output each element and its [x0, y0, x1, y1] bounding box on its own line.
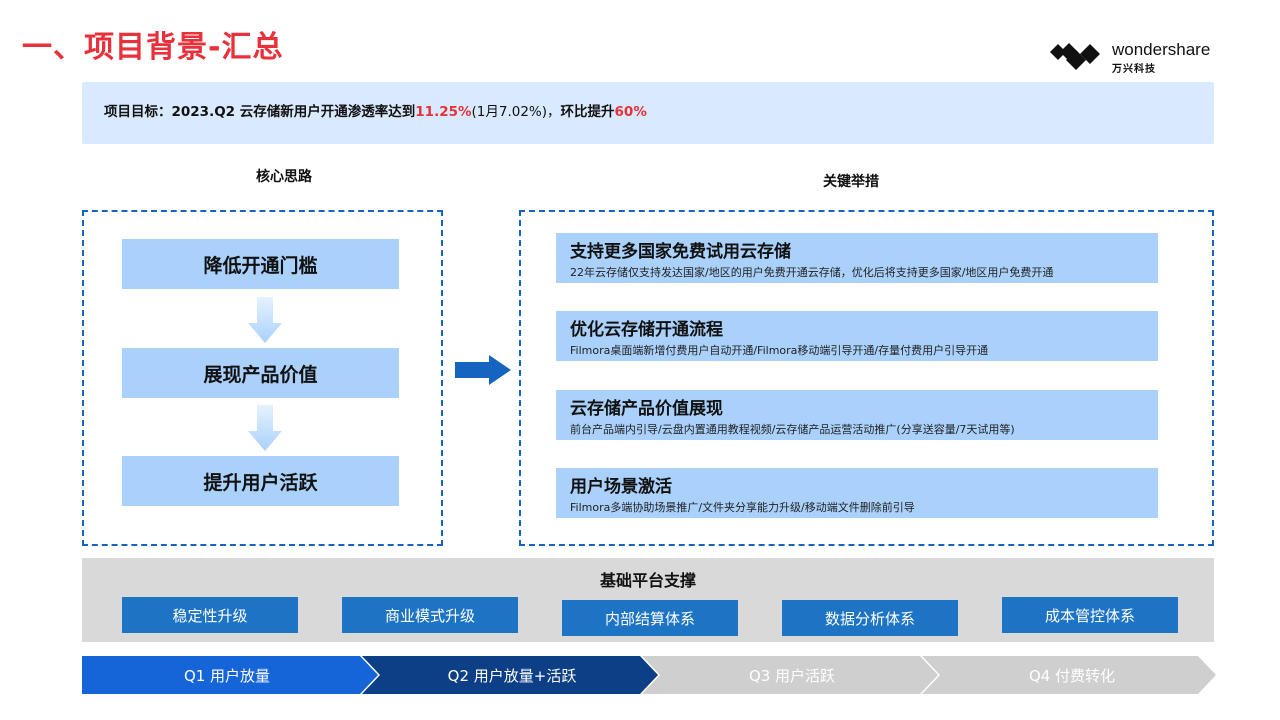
core-step-lower-barrier: 降低开通门槛 [122, 239, 399, 289]
logo-brand-text: wondershare [1112, 40, 1211, 59]
wondershare-logo: wondershare 万兴科技 [1050, 40, 1220, 75]
goal-text-1: 2023.Q2 云存储新用户开通渗透率达到 [171, 104, 416, 120]
measure-title: 用户场景激活 [570, 477, 672, 497]
measure-card: 云存储产品价值展现 前台产品端内引导/云盘内置通用教程视频/云存储产品运营活动推… [556, 390, 1158, 440]
down-arrow-icon [248, 297, 282, 343]
measure-description: Filmora多端协助场景推广/文件夹分享能力升级/移动端文件删除前引导 [570, 501, 915, 514]
measure-title: 支持更多国家免费试用云存储 [570, 242, 791, 262]
platform-support-panel: 基础平台支撑 稳定性升级 商业模式升级 内部结算体系 数据分析体系 成本管控体系 [82, 558, 1214, 642]
goal-text-3: 环比提升 [560, 104, 615, 120]
project-goal-banner: 项目目标：2023.Q2 云存储新用户开通渗透率达到11.25%(1月7.02%… [82, 82, 1214, 144]
platform-title: 基础平台支撑 [599, 571, 696, 590]
platform-item-stability: 稳定性升级 [122, 597, 298, 633]
core-ideas-heading: 核心思路 [256, 169, 312, 185]
key-measures-heading: 关键举措 [823, 174, 879, 190]
logo-brand-cn-text: 万兴科技 [1112, 64, 1156, 75]
roadmap-phase-q2: Q2 用户放量+活跃 [447, 666, 577, 685]
goal-label: 项目目标： [104, 104, 172, 120]
roadmap-phase-q1: Q1 用户放量 [183, 666, 271, 685]
platform-item-business-model: 商业模式升级 [342, 597, 518, 633]
core-step-boost-activity: 提升用户活跃 [122, 456, 399, 506]
goal-text-2: (1月7.02%)， [471, 104, 561, 120]
platform-item-data-analysis: 数据分析体系 [782, 600, 958, 636]
measure-description: 前台产品端内引导/云盘内置通用教程视频/云存储产品运营活动推广(分享送容量/7天… [570, 423, 1015, 436]
roadmap-phase-q4: Q4 付费转化 [1028, 666, 1116, 685]
quarter-roadmap: Q1 用户放量 Q2 用户放量+活跃 Q3 用户活跃 Q4 付费转化 [82, 656, 1216, 694]
measure-description: 22年云存储仅支持发达国家/地区的用户免费开通云存储，优化后将支持更多国家/地区… [570, 266, 1054, 279]
goal-growth: 60% [614, 104, 647, 120]
measure-card: 用户场景激活 Filmora多端协助场景推广/文件夹分享能力升级/移动端文件删除… [556, 468, 1158, 518]
measure-card: 支持更多国家免费试用云存储 22年云存储仅支持发达国家/地区的用户免费开通云存储… [556, 233, 1158, 283]
measure-card: 优化云存储开通流程 Filmora桌面端新增付费用户自动开通/Filmora移动… [556, 311, 1158, 361]
measure-description: Filmora桌面端新增付费用户自动开通/Filmora移动端引导开通/存量付费… [570, 344, 989, 357]
right-arrow-icon [455, 355, 511, 385]
core-step-show-value: 展现产品价值 [122, 348, 399, 398]
goal-rate: 11.25% [415, 104, 472, 120]
slide-title: 一、项目背景-汇总 [22, 30, 284, 65]
measure-title: 云存储产品价值展现 [570, 399, 723, 419]
platform-item-settlement: 内部结算体系 [562, 600, 738, 636]
measure-title: 优化云存储开通流程 [570, 320, 723, 340]
wondershare-logo-icon [1050, 43, 1100, 70]
roadmap-phase-q3: Q3 用户活跃 [748, 666, 836, 685]
platform-item-cost-control: 成本管控体系 [1002, 597, 1178, 633]
project-goal-text: 项目目标：2023.Q2 云存储新用户开通渗透率达到11.25%(1月7.02%… [104, 100, 647, 120]
down-arrow-icon [248, 405, 282, 451]
